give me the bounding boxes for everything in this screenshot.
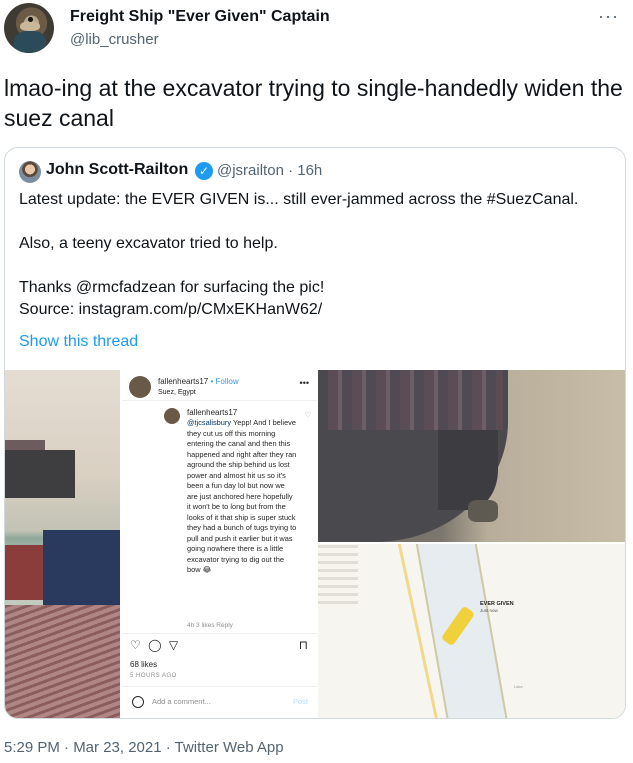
avatar-face [20, 21, 40, 31]
bookmark-icon: ⊓ [298, 638, 308, 652]
user-handle[interactable]: @lib_crusher [70, 31, 159, 48]
divider [122, 400, 317, 401]
instagram-username-row: fallenhearts17 • Follow [158, 377, 239, 386]
instagram-follow: • Follow [210, 377, 239, 386]
instagram-comment-text: Yepp! And I believe they cut us off this… [187, 418, 297, 574]
instagram-mention: @tjcsalisbury [187, 418, 232, 427]
quote-display-name[interactable]: John Scott-Railton [46, 161, 188, 179]
instagram-add-comment: Add a comment... [152, 697, 211, 706]
verified-badge-icon: ✓ [195, 162, 213, 180]
quote-line: Source: instagram.com/p/CMxEKHanW62/ [19, 301, 323, 318]
instagram-comment-meta: 4h 3 likes Reply [187, 622, 233, 629]
ship-bow [438, 430, 498, 510]
quote-handle-time: @jsrailton · 16h [217, 162, 323, 179]
excavator [468, 500, 498, 522]
instagram-avatar [129, 376, 151, 398]
instagram-time-ago: 5 HOURS AGO [130, 673, 177, 679]
tweet-header: Freight Ship "Ever Given" Captain @lib_c… [0, 0, 633, 62]
avatar[interactable] [4, 3, 54, 53]
instagram-likes: 68 likes [130, 660, 158, 669]
instagram-post-button: Post [292, 697, 308, 706]
instagram-action-icons: ♡ ◯ ▽ [130, 638, 181, 652]
divider [122, 633, 317, 634]
map-lake-label: Lake [514, 684, 523, 689]
media-grid[interactable]: fallenhearts17 • Follow Suez, Egypt ••• … [5, 370, 625, 718]
container-red [5, 545, 45, 600]
quote-line [19, 211, 615, 233]
display-name[interactable]: Freight Ship "Ever Given" Captain [70, 8, 330, 26]
map-ship-sublabel: Just now [480, 608, 498, 613]
ship-cargo [328, 370, 503, 430]
heart-icon: ♡ [304, 412, 311, 419]
quoted-tweet[interactable]: John Scott-Railton ✓ @jsrailton · 16h La… [4, 147, 626, 719]
quote-line: Latest update: the EVER GIVEN is... stil… [19, 191, 579, 208]
show-thread-link[interactable]: Show this thread [19, 333, 138, 351]
avatar-body [14, 31, 46, 53]
more-icon[interactable]: ··· [598, 6, 619, 27]
ship-hull [5, 450, 75, 498]
container-roof [5, 605, 120, 718]
container-blue [43, 530, 120, 610]
quote-line: Also, a teeny excavator tried to help. [19, 235, 278, 252]
avatar-eye [28, 17, 33, 22]
tweet-timestamp[interactable]: 5:29 PM · Mar 23, 2021 · Twitter Web App [4, 739, 284, 756]
quote-text: Latest update: the EVER GIVEN is... stil… [19, 189, 615, 321]
instagram-more-icon: ••• [299, 378, 309, 388]
map-ship-label: EVER GIVEN [480, 601, 514, 607]
media-photo-bow[interactable] [318, 370, 625, 542]
instagram-comment-avatar [164, 408, 180, 424]
instagram-comment: @tjcsalisbury Yepp! And I believe they c… [187, 418, 297, 576]
divider [122, 686, 317, 687]
instagram-comment-username: fallenhearts17 [187, 408, 238, 417]
media-map[interactable]: EVER GIVEN Just now Lake [318, 544, 625, 718]
map-canal [413, 544, 513, 718]
instagram-location: Suez, Egypt [158, 389, 196, 396]
emoji-icon [132, 696, 144, 708]
tweet-text: lmao-ing at the excavator trying to sing… [4, 75, 623, 131]
media-photo-containers[interactable] [5, 370, 120, 718]
quote-line: Thanks @rmcfadzean for surfacing the pic… [19, 279, 325, 296]
media-instagram-screenshot[interactable]: fallenhearts17 • Follow Suez, Egypt ••• … [121, 370, 317, 718]
quote-avatar[interactable] [19, 161, 41, 183]
map-town [318, 544, 358, 604]
instagram-username: fallenhearts17 [158, 377, 209, 386]
quote-line [19, 255, 615, 277]
